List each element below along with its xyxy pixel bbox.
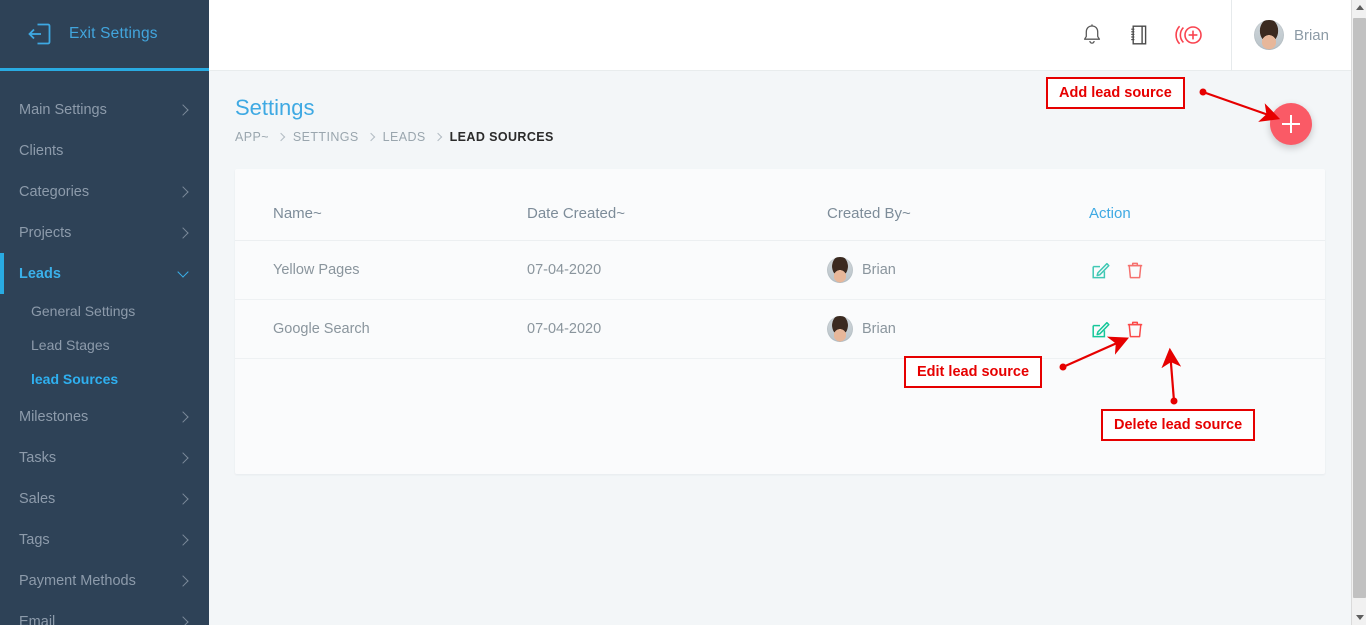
- notebook-icon[interactable]: [1128, 23, 1150, 47]
- bell-icon[interactable]: [1081, 23, 1103, 47]
- sidebar-item-label: Categories: [19, 183, 90, 200]
- created-by-name: Brian: [862, 262, 896, 278]
- delete-icon[interactable]: [1125, 260, 1145, 280]
- chevron-right-icon: [177, 410, 189, 423]
- sidebar-item-label: Leads: [19, 265, 61, 282]
- sidebar-item-label: Tasks: [19, 449, 57, 466]
- sidebar-nav: Main Settings Clients Categories Project…: [0, 71, 209, 625]
- sidebar-item-main-settings[interactable]: Main Settings: [0, 89, 209, 130]
- chevron-down-icon: [177, 265, 189, 278]
- chevron-right-icon: [177, 492, 189, 505]
- sidebar-item-tasks[interactable]: Tasks: [0, 437, 209, 478]
- sidebar-item-label: Clients: [19, 142, 64, 159]
- chevron-right-icon: [177, 574, 189, 587]
- chevron-right-icon: [177, 533, 189, 546]
- breadcrumb-item-lead-sources: LEAD SOURCES: [449, 130, 554, 144]
- sidebar-item-email[interactable]: Email: [0, 601, 209, 625]
- table-row: Google Search 07-04-2020 Brian: [235, 299, 1325, 359]
- sidebar-item-clients[interactable]: Clients: [0, 130, 209, 171]
- column-header-name[interactable]: Name~: [235, 169, 527, 241]
- sidebar-item-label: Email: [19, 613, 56, 625]
- cell-date-created: 07-04-2020: [527, 299, 827, 359]
- table-row: Yellow Pages 07-04-2020 Brian: [235, 240, 1325, 300]
- app-root: Exit Settings Main Settings Clients Cate…: [0, 0, 1366, 625]
- sidebar-item-projects[interactable]: Projects: [0, 212, 209, 253]
- lead-sources-table: Name~ Date Created~ Created By~ Action Y…: [235, 169, 1325, 359]
- sidebar-subitem-general-settings[interactable]: General Settings: [0, 294, 209, 328]
- sidebar-item-milestones[interactable]: Milestones: [0, 396, 209, 437]
- scroll-down-arrow-icon[interactable]: [1352, 609, 1366, 625]
- cell-created-by: Brian: [827, 299, 1089, 359]
- created-by-name: Brian: [862, 321, 896, 337]
- sidebar-subitem-label: lead Sources: [31, 371, 119, 387]
- sidebar-subitem-lead-stages[interactable]: Lead Stages: [0, 328, 209, 362]
- page-title: Settings: [235, 95, 315, 120]
- user-menu[interactable]: Brian: [1230, 0, 1351, 71]
- chevron-right-icon: [177, 185, 189, 198]
- chevron-right-icon: [433, 132, 442, 142]
- chevron-right-icon: [366, 132, 375, 142]
- sidebar-item-label: Main Settings: [19, 101, 107, 118]
- sidebar-item-payment-methods[interactable]: Payment Methods: [0, 560, 209, 601]
- cell-created-by: Brian: [827, 240, 1089, 300]
- chevron-right-icon: [177, 615, 189, 625]
- sidebar-item-sales[interactable]: Sales: [0, 478, 209, 519]
- cell-name: Yellow Pages: [235, 240, 527, 300]
- breadcrumb-item-leads[interactable]: LEADS: [383, 130, 426, 144]
- avatar: [827, 257, 853, 283]
- sidebar-subitem-lead-sources[interactable]: lead Sources: [0, 362, 209, 396]
- table-header-row: Name~ Date Created~ Created By~ Action: [235, 169, 1325, 241]
- cell-date-created: 07-04-2020: [527, 240, 827, 300]
- cell-name: Google Search: [235, 299, 527, 359]
- sidebar-item-categories[interactable]: Categories: [0, 171, 209, 212]
- vertical-scrollbar[interactable]: [1351, 0, 1366, 625]
- avatar: [827, 316, 853, 342]
- add-lead-source-fab[interactable]: [1270, 103, 1312, 145]
- sidebar-subitem-label: General Settings: [31, 303, 136, 319]
- user-name: Brian: [1293, 26, 1329, 44]
- chevron-right-icon: [177, 226, 189, 239]
- sidebar-item-leads[interactable]: Leads: [0, 253, 209, 294]
- exit-settings-label: Exit Settings: [69, 25, 158, 42]
- main-content: Settings APP~ SETTINGS LEADS LEAD SOURCE…: [209, 71, 1351, 625]
- column-header-created-by[interactable]: Created By~: [827, 169, 1089, 241]
- column-header-date-created[interactable]: Date Created~: [527, 169, 827, 241]
- scrollbar-thumb[interactable]: [1353, 18, 1366, 598]
- delete-icon[interactable]: [1125, 319, 1145, 339]
- header-icon-group: [1081, 22, 1231, 48]
- sidebar: Exit Settings Main Settings Clients Cate…: [0, 0, 209, 625]
- chevron-right-icon: [276, 132, 286, 142]
- breadcrumb-item-app[interactable]: APP~: [235, 130, 269, 144]
- sidebar-item-label: Tags: [19, 531, 50, 548]
- annotation-add-lead-source: Add lead source: [1046, 77, 1185, 109]
- sidebar-subitem-label: Lead Stages: [31, 337, 110, 353]
- column-header-action[interactable]: Action: [1089, 169, 1325, 241]
- cell-actions: [1089, 299, 1325, 359]
- chevron-right-icon: [177, 451, 189, 464]
- top-header: Brian: [209, 0, 1351, 71]
- cell-actions: [1089, 240, 1325, 300]
- annotation-edit-lead-source: Edit lead source: [904, 356, 1043, 388]
- sidebar-item-label: Projects: [19, 224, 72, 241]
- breadcrumb: APP~ SETTINGS LEADS LEAD SOURCES: [235, 130, 554, 144]
- edit-icon[interactable]: [1091, 319, 1111, 339]
- annotation-delete-lead-source: Delete lead source: [1101, 409, 1256, 441]
- sidebar-item-label: Sales: [19, 490, 56, 507]
- add-circle-icon[interactable]: [1175, 22, 1205, 48]
- sidebar-item-label: Milestones: [19, 408, 89, 425]
- edit-icon[interactable]: [1091, 260, 1111, 280]
- exit-icon: [27, 21, 53, 47]
- sidebar-item-label: Payment Methods: [19, 572, 136, 589]
- sidebar-item-tags[interactable]: Tags: [0, 519, 209, 560]
- chevron-right-icon: [177, 103, 189, 116]
- exit-settings-button[interactable]: Exit Settings: [0, 0, 209, 71]
- scroll-up-arrow-icon[interactable]: [1352, 0, 1366, 16]
- breadcrumb-item-settings[interactable]: SETTINGS: [293, 130, 359, 144]
- avatar: [1253, 20, 1284, 50]
